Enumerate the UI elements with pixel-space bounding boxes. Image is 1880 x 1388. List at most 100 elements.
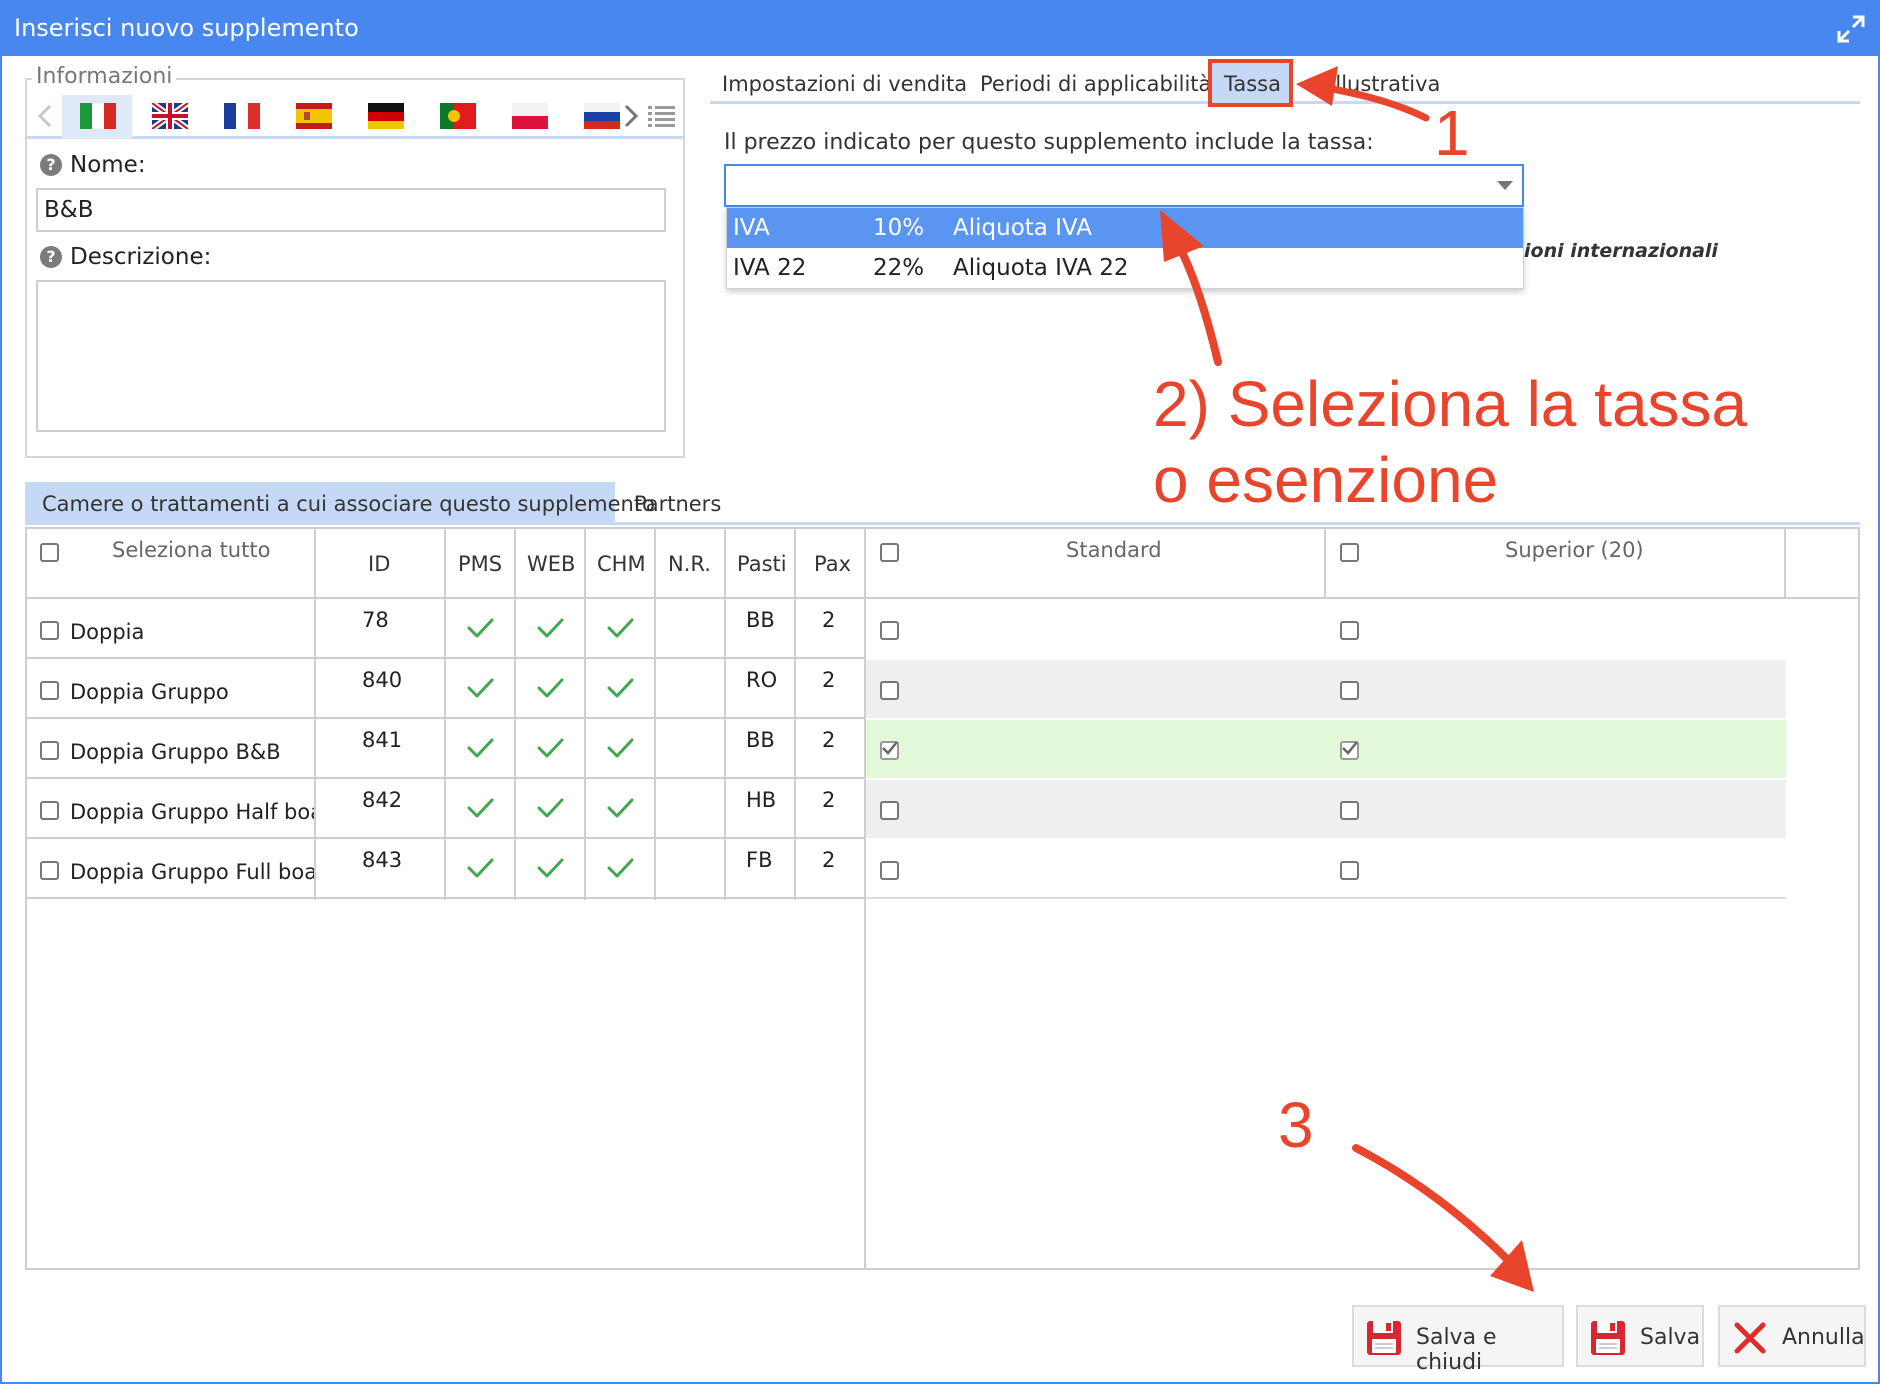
tab-periodi-di-applicabilita[interactable]: Periodi di applicabilità <box>980 72 1211 96</box>
tax-prompt-label: Il prezzo indicato per questo supplement… <box>724 130 1374 155</box>
row-pasti: HB <box>746 788 777 812</box>
tax-select[interactable] <box>724 164 1524 207</box>
row-pasti: FB <box>746 848 773 872</box>
tax-option-rate: 10% <box>873 215 925 241</box>
name-label-text: Nome: <box>70 152 146 178</box>
tab-foto-illustrativa[interactable]: o illustrativa <box>1310 72 1440 96</box>
tab-impostazioni-di-vendita[interactable]: Impostazioni di vendita <box>722 72 967 96</box>
grid-line <box>25 837 866 839</box>
grid-line <box>1784 527 1786 599</box>
flag-gb-icon[interactable] <box>152 103 188 129</box>
tab-partners[interactable]: Partners <box>634 492 721 516</box>
grid-line <box>794 527 796 900</box>
grid-line <box>724 527 726 900</box>
flag-pl-icon[interactable] <box>512 103 548 129</box>
check-icon <box>466 734 494 762</box>
chevron-right-icon[interactable] <box>622 103 640 133</box>
save-and-close-button[interactable]: Salva e chiudi <box>1352 1305 1564 1375</box>
name-input-value: B&B <box>44 197 94 223</box>
flag-de-icon[interactable] <box>368 103 404 129</box>
row-id: 78 <box>362 608 389 632</box>
list-icon[interactable] <box>648 104 676 132</box>
flag-ru-icon[interactable] <box>584 103 620 129</box>
row-pasti: BB <box>746 728 775 752</box>
row-band <box>866 780 1786 838</box>
row-checkbox[interactable] <box>40 741 59 760</box>
check-icon <box>606 734 634 762</box>
superior-select-all-checkbox[interactable] <box>1340 543 1359 562</box>
superior-checkbox[interactable] <box>1340 741 1359 760</box>
flag-fr-icon[interactable] <box>224 103 260 129</box>
tax-option-description: Aliquota IVA 22 <box>953 255 1129 281</box>
expand-icon[interactable] <box>1836 14 1866 44</box>
tab-camere-trattamenti[interactable]: Camere o trattamenti a cui associare que… <box>42 492 655 516</box>
standard-checkbox[interactable] <box>880 801 899 820</box>
tax-option-iva-22[interactable]: IVA 22 22% Aliquota IVA 22 <box>727 248 1523 288</box>
annotation-step-3: 3 <box>1278 1089 1314 1161</box>
row-checkbox[interactable] <box>40 801 59 820</box>
window-titlebar: Inserisci nuovo supplemento <box>0 0 1880 56</box>
check-icon <box>466 674 494 702</box>
international-note-fragment: ioni internazionali <box>1524 240 1718 262</box>
check-icon <box>536 794 564 822</box>
row-pax: 2 <box>822 728 836 752</box>
row-pax: 2 <box>822 668 836 692</box>
grid-line <box>25 717 866 719</box>
description-label: ? Descrizione: <box>40 244 211 270</box>
flag-es-icon[interactable] <box>296 103 332 129</box>
floppy-disk-icon <box>1590 1320 1626 1362</box>
check-icon <box>606 794 634 822</box>
standard-checkbox[interactable] <box>880 621 899 640</box>
flag-it-icon[interactable] <box>80 103 116 129</box>
grid-line <box>25 597 1860 599</box>
standard-checkbox[interactable] <box>880 681 899 700</box>
superior-checkbox[interactable] <box>1340 681 1359 700</box>
window-title: Inserisci nuovo supplemento <box>14 14 359 42</box>
grid-line <box>514 527 516 900</box>
row-pasti: RO <box>746 668 778 692</box>
grid-line <box>444 527 446 900</box>
superior-checkbox[interactable] <box>1340 861 1359 880</box>
standard-select-all-checkbox[interactable] <box>880 543 899 562</box>
row-checkbox[interactable] <box>40 861 59 880</box>
row-pax: 2 <box>822 608 836 632</box>
help-icon[interactable]: ? <box>40 154 62 176</box>
header-standard: Standard <box>1066 538 1162 562</box>
annotation-step-2-line1: 2) Seleziona la tassa <box>1153 368 1748 440</box>
tax-option-iva[interactable]: IVA 10% Aliquota IVA <box>727 208 1523 248</box>
row-id: 843 <box>362 848 403 872</box>
grid-line <box>25 897 866 899</box>
row-id: 842 <box>362 788 403 812</box>
row-band-selected <box>866 720 1786 778</box>
grid-line <box>654 527 656 900</box>
close-icon <box>1734 1322 1766 1360</box>
floppy-disk-icon <box>1366 1320 1402 1362</box>
description-textarea[interactable] <box>36 280 666 432</box>
bottom-tabs-underline <box>25 522 1860 525</box>
superior-checkbox[interactable] <box>1340 801 1359 820</box>
save-button[interactable]: Salva <box>1576 1305 1704 1367</box>
superior-checkbox[interactable] <box>1340 621 1359 640</box>
standard-checkbox[interactable] <box>880 741 899 760</box>
check-icon <box>606 614 634 642</box>
standard-checkbox[interactable] <box>880 861 899 880</box>
help-icon[interactable]: ? <box>40 246 62 268</box>
check-icon <box>536 734 564 762</box>
header-id: ID <box>368 552 391 576</box>
chevron-down-icon[interactable] <box>1497 181 1513 190</box>
row-name: Doppia Gruppo <box>70 680 229 704</box>
row-checkbox[interactable] <box>40 681 59 700</box>
cancel-button[interactable]: Annulla <box>1718 1305 1866 1367</box>
grid-line <box>314 527 316 900</box>
name-input[interactable]: B&B <box>36 188 666 232</box>
tax-option-description: Aliquota IVA <box>953 215 1092 241</box>
check-icon <box>606 854 634 882</box>
annotation-step-2-line2: o esenzione <box>1153 444 1499 516</box>
row-checkbox[interactable] <box>40 621 59 640</box>
chevron-left-icon[interactable] <box>36 103 54 133</box>
check-icon <box>466 854 494 882</box>
flag-pt-icon[interactable] <box>440 103 476 129</box>
annotation-highlight-box <box>1208 59 1293 107</box>
select-all-checkbox[interactable] <box>40 543 59 562</box>
check-icon <box>606 674 634 702</box>
